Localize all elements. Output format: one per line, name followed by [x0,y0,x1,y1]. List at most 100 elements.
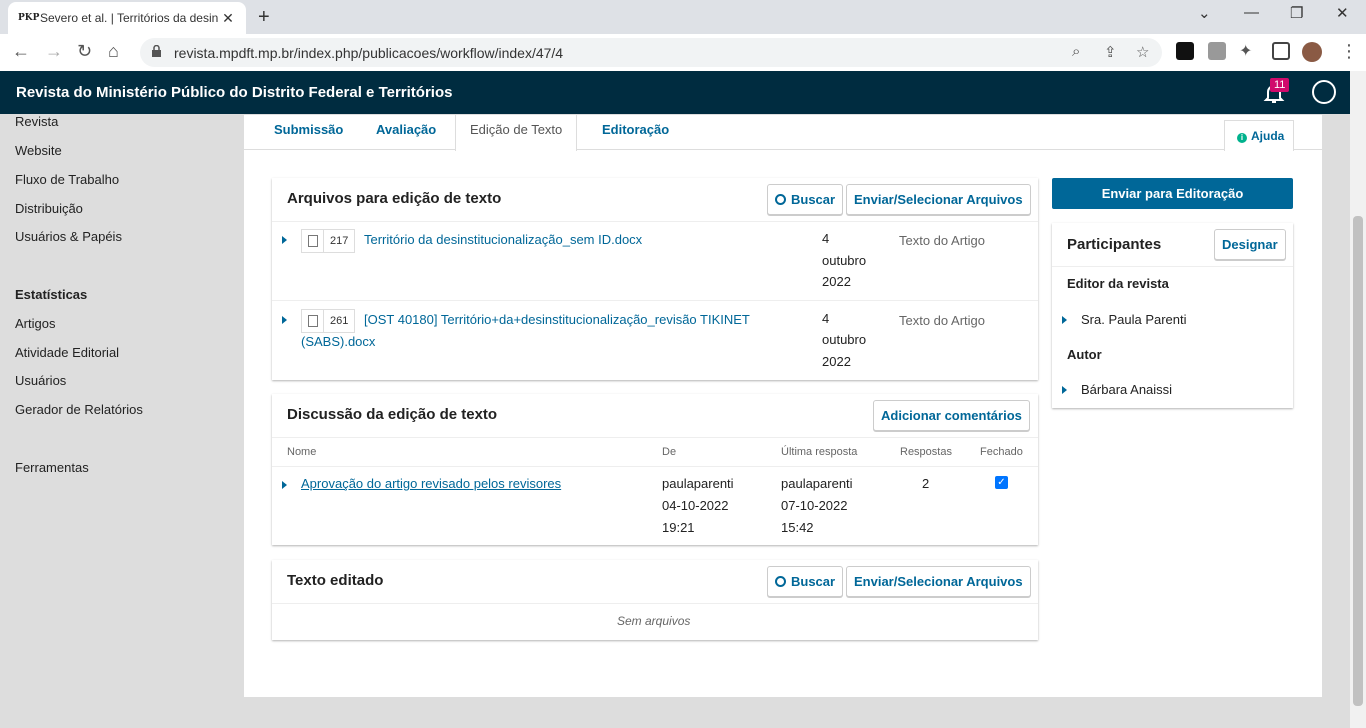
discussion-from-date: 04-10-2022 [662,498,729,513]
sidebar-item-workflow[interactable]: Fluxo de Trabalho [15,172,119,187]
file-date-year: 2022 [822,354,851,369]
browser-menu-icon[interactable]: ⋮ [1340,41,1358,62]
divider [272,300,1038,301]
expand-arrow-icon[interactable] [1062,386,1067,394]
sidebar-nav: Revista Website Fluxo de Trabalho Distri… [0,114,243,728]
home-icon[interactable]: ⌂ [108,41,119,62]
app-header: Revista do Ministério Público do Distrit… [0,71,1350,114]
tab-submission[interactable]: Submissão [274,115,343,150]
search-icon [775,194,786,205]
new-tab-icon[interactable]: + [258,6,270,29]
assign-button[interactable]: Designar [1214,229,1286,260]
site-title[interactable]: Revista do Ministério Público do Distrit… [16,84,452,101]
extension-m-icon[interactable] [1208,42,1226,60]
divider [272,221,1038,222]
workflow-tabs: Submissão Avaliação Edição de Texto Edit… [244,115,1322,151]
divider [272,466,1038,467]
tab-production[interactable]: Editoração [602,115,669,150]
bookmark-star-icon[interactable]: ☆ [1136,43,1149,61]
add-comment-button[interactable]: Adicionar comentários [873,400,1030,431]
participants-title: Participantes [1067,236,1162,253]
file-date-day: 4 [822,231,830,246]
file-date-month: outubro [822,253,867,268]
discussion-link[interactable]: Aprovação do artigo revisado pelos revis… [301,473,561,495]
scrollbar-thumb[interactable] [1353,216,1363,706]
discussion-panel: Discussão da edição de texto Adicionar c… [272,394,1038,545]
expand-arrow-icon[interactable] [282,481,287,489]
back-icon[interactable]: ← [12,41,30,62]
discussion-from-time: 19:21 [662,520,695,535]
divider [272,437,1038,438]
sidebar-item-report-generator[interactable]: Gerador de Relatórios [15,402,143,417]
share-icon[interactable]: ⇪ [1104,43,1117,61]
document-icon [302,230,324,252]
discussion-title: Discussão da edição de texto [287,406,498,423]
divider [272,603,1038,604]
copyedited-search-button[interactable]: Buscar [767,566,844,597]
zoom-icon[interactable]: ⌕ [1072,43,1080,60]
sidebar-item-users-roles[interactable]: Usuários & Papéis [15,229,122,244]
sidebar-item-revista[interactable]: Revista [15,114,58,129]
sidepanel-icon[interactable] [1272,42,1290,60]
tab-review[interactable]: Avaliação [376,115,436,150]
file-link-continuation[interactable]: (SABS).docx [301,331,375,353]
file-date-year: 2022 [822,274,851,289]
participant-name[interactable]: Bárbara Anaissi [1081,379,1172,401]
send-to-production-button[interactable]: Enviar para Editoração [1052,178,1293,209]
tab-copyediting[interactable]: Edição de Texto [455,115,578,151]
expand-arrow-icon[interactable] [282,236,287,244]
column-header-name: Nome [287,446,317,458]
sidebar-item-articles[interactable]: Artigos [15,316,55,331]
info-icon: i [1237,133,1247,143]
forward-icon[interactable]: → [45,41,63,62]
notification-badge: 11 [1270,78,1290,92]
browser-tabstrip: PKP Severo et al. | Territórios da desin… [0,0,1366,34]
expand-arrow-icon[interactable] [1062,316,1067,324]
minimize-icon[interactable]: — [1244,4,1259,21]
lock-icon [152,45,161,57]
file-id: 261 [330,315,349,327]
file-id-badge: 217 [301,229,356,253]
close-tab-icon[interactable]: ✕ [220,10,236,27]
copyedit-search-button[interactable]: Buscar [767,184,844,215]
sidebar-item-editorial-activity[interactable]: Atividade Editorial [15,345,119,360]
browser-toolbar: ← → ↻ ⌂ revista.mpdft.mp.br/index.php/pu… [0,34,1366,71]
tab-search-chevron-icon[interactable]: ⌄ [1198,4,1211,22]
sidebar-item-website[interactable]: Website [15,143,62,158]
search-icon [775,576,786,587]
column-header-from: De [662,446,677,458]
discussion-last-user: paulaparenti [781,476,853,491]
discussion-replies: 2 [922,476,930,491]
extensions-puzzle-icon[interactable]: ✦ [1239,41,1252,61]
copyedit-upload-button[interactable]: Enviar/Selecionar Arquivos [846,184,1031,215]
copyedited-upload-button[interactable]: Enviar/Selecionar Arquivos [846,566,1031,597]
closed-checkbox[interactable]: ✓ [995,476,1008,489]
column-header-replies: Respostas [900,446,952,458]
sidebar-item-users[interactable]: Usuários [15,373,66,388]
url-text[interactable]: revista.mpdft.mp.br/index.php/publicacoe… [174,45,563,61]
participants-panel: Participantes Designar Editor da revista… [1052,223,1293,408]
document-icon [302,310,324,332]
search-label: Buscar [791,574,836,589]
file-link[interactable]: Território da desinstitucionalização_sem… [364,229,642,251]
reload-icon[interactable]: ↻ [77,41,92,62]
user-profile-icon[interactable] [1312,80,1336,104]
browser-tab[interactable]: PKP Severo et al. | Territórios da desin… [8,2,246,34]
participant-name[interactable]: Sra. Paula Parenti [1081,309,1187,331]
address-bar[interactable]: revista.mpdft.mp.br/index.php/publicacoe… [140,38,1162,67]
help-button[interactable]: i Ajuda [1224,120,1294,151]
discussion-last-date: 07-10-2022 [781,498,848,513]
search-label: Buscar [791,192,836,207]
pkp-favicon-icon: PKP [18,13,40,23]
sidebar-item-tools[interactable]: Ferramentas [15,460,89,475]
page-scrollbar[interactable] [1350,71,1366,728]
extension-icon[interactable] [1176,42,1194,60]
window-close-icon[interactable]: ✕ [1336,4,1349,22]
copyedited-panel: Texto editado Buscar Enviar/Selecionar A… [272,560,1038,640]
sidebar-item-distribution[interactable]: Distribuição [15,201,83,216]
profile-avatar[interactable] [1302,42,1322,62]
expand-arrow-icon[interactable] [282,316,287,324]
file-link[interactable]: [OST 40180] Território+da+desinstitucion… [364,309,750,331]
restore-icon[interactable]: ❐ [1290,4,1303,22]
help-label: Ajuda [1251,129,1285,143]
